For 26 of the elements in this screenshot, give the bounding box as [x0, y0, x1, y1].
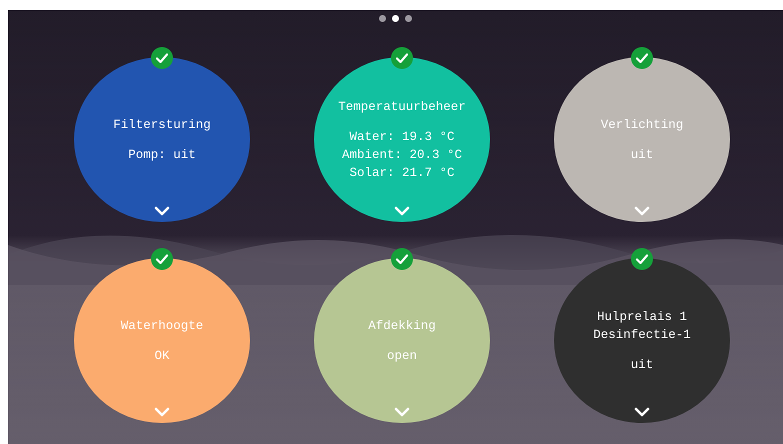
- chevron-down-icon[interactable]: [634, 407, 650, 417]
- tile-title: Temperatuurbeheer: [338, 98, 466, 116]
- tile-title: Filtersturing: [113, 116, 211, 134]
- chevron-down-icon[interactable]: [154, 206, 170, 216]
- tile-status: Ambient: 20.3 °C: [342, 146, 462, 164]
- tile-status: Solar: 21.7 °C: [349, 164, 455, 182]
- page-dot[interactable]: [392, 15, 399, 22]
- tile-title: Verlichting: [600, 116, 684, 134]
- status-tile[interactable]: Afdekking open: [314, 258, 490, 423]
- tile-status: OK: [154, 348, 170, 364]
- status-tile[interactable]: Filtersturing Pomp: uit: [74, 57, 250, 222]
- tile-title: Waterhoogte: [120, 318, 204, 334]
- page-dot[interactable]: [405, 15, 412, 22]
- page-dot[interactable]: [379, 15, 386, 22]
- tile-title: Afdekking: [368, 318, 436, 334]
- status-tile[interactable]: Verlichting uit: [554, 57, 730, 222]
- tile-title: Desinfectie-1: [593, 326, 691, 344]
- status-tile[interactable]: Waterhoogte OK: [74, 258, 250, 423]
- tile-status: uit: [630, 356, 654, 374]
- tile-status: uit: [630, 146, 654, 164]
- tile-status: open: [386, 348, 417, 364]
- status-tile[interactable]: Hulprelais 1 Desinfectie-1 uit: [554, 258, 730, 423]
- tile-title: Hulprelais 1: [596, 308, 687, 326]
- status-tile[interactable]: Temperatuurbeheer Water: 19.3 °C Ambient: 20.3 °C Solar: 21.7 °C: [314, 57, 490, 222]
- tile-status: Pomp: uit: [128, 146, 196, 164]
- tile-status: Water: 19.3 °C: [349, 128, 455, 146]
